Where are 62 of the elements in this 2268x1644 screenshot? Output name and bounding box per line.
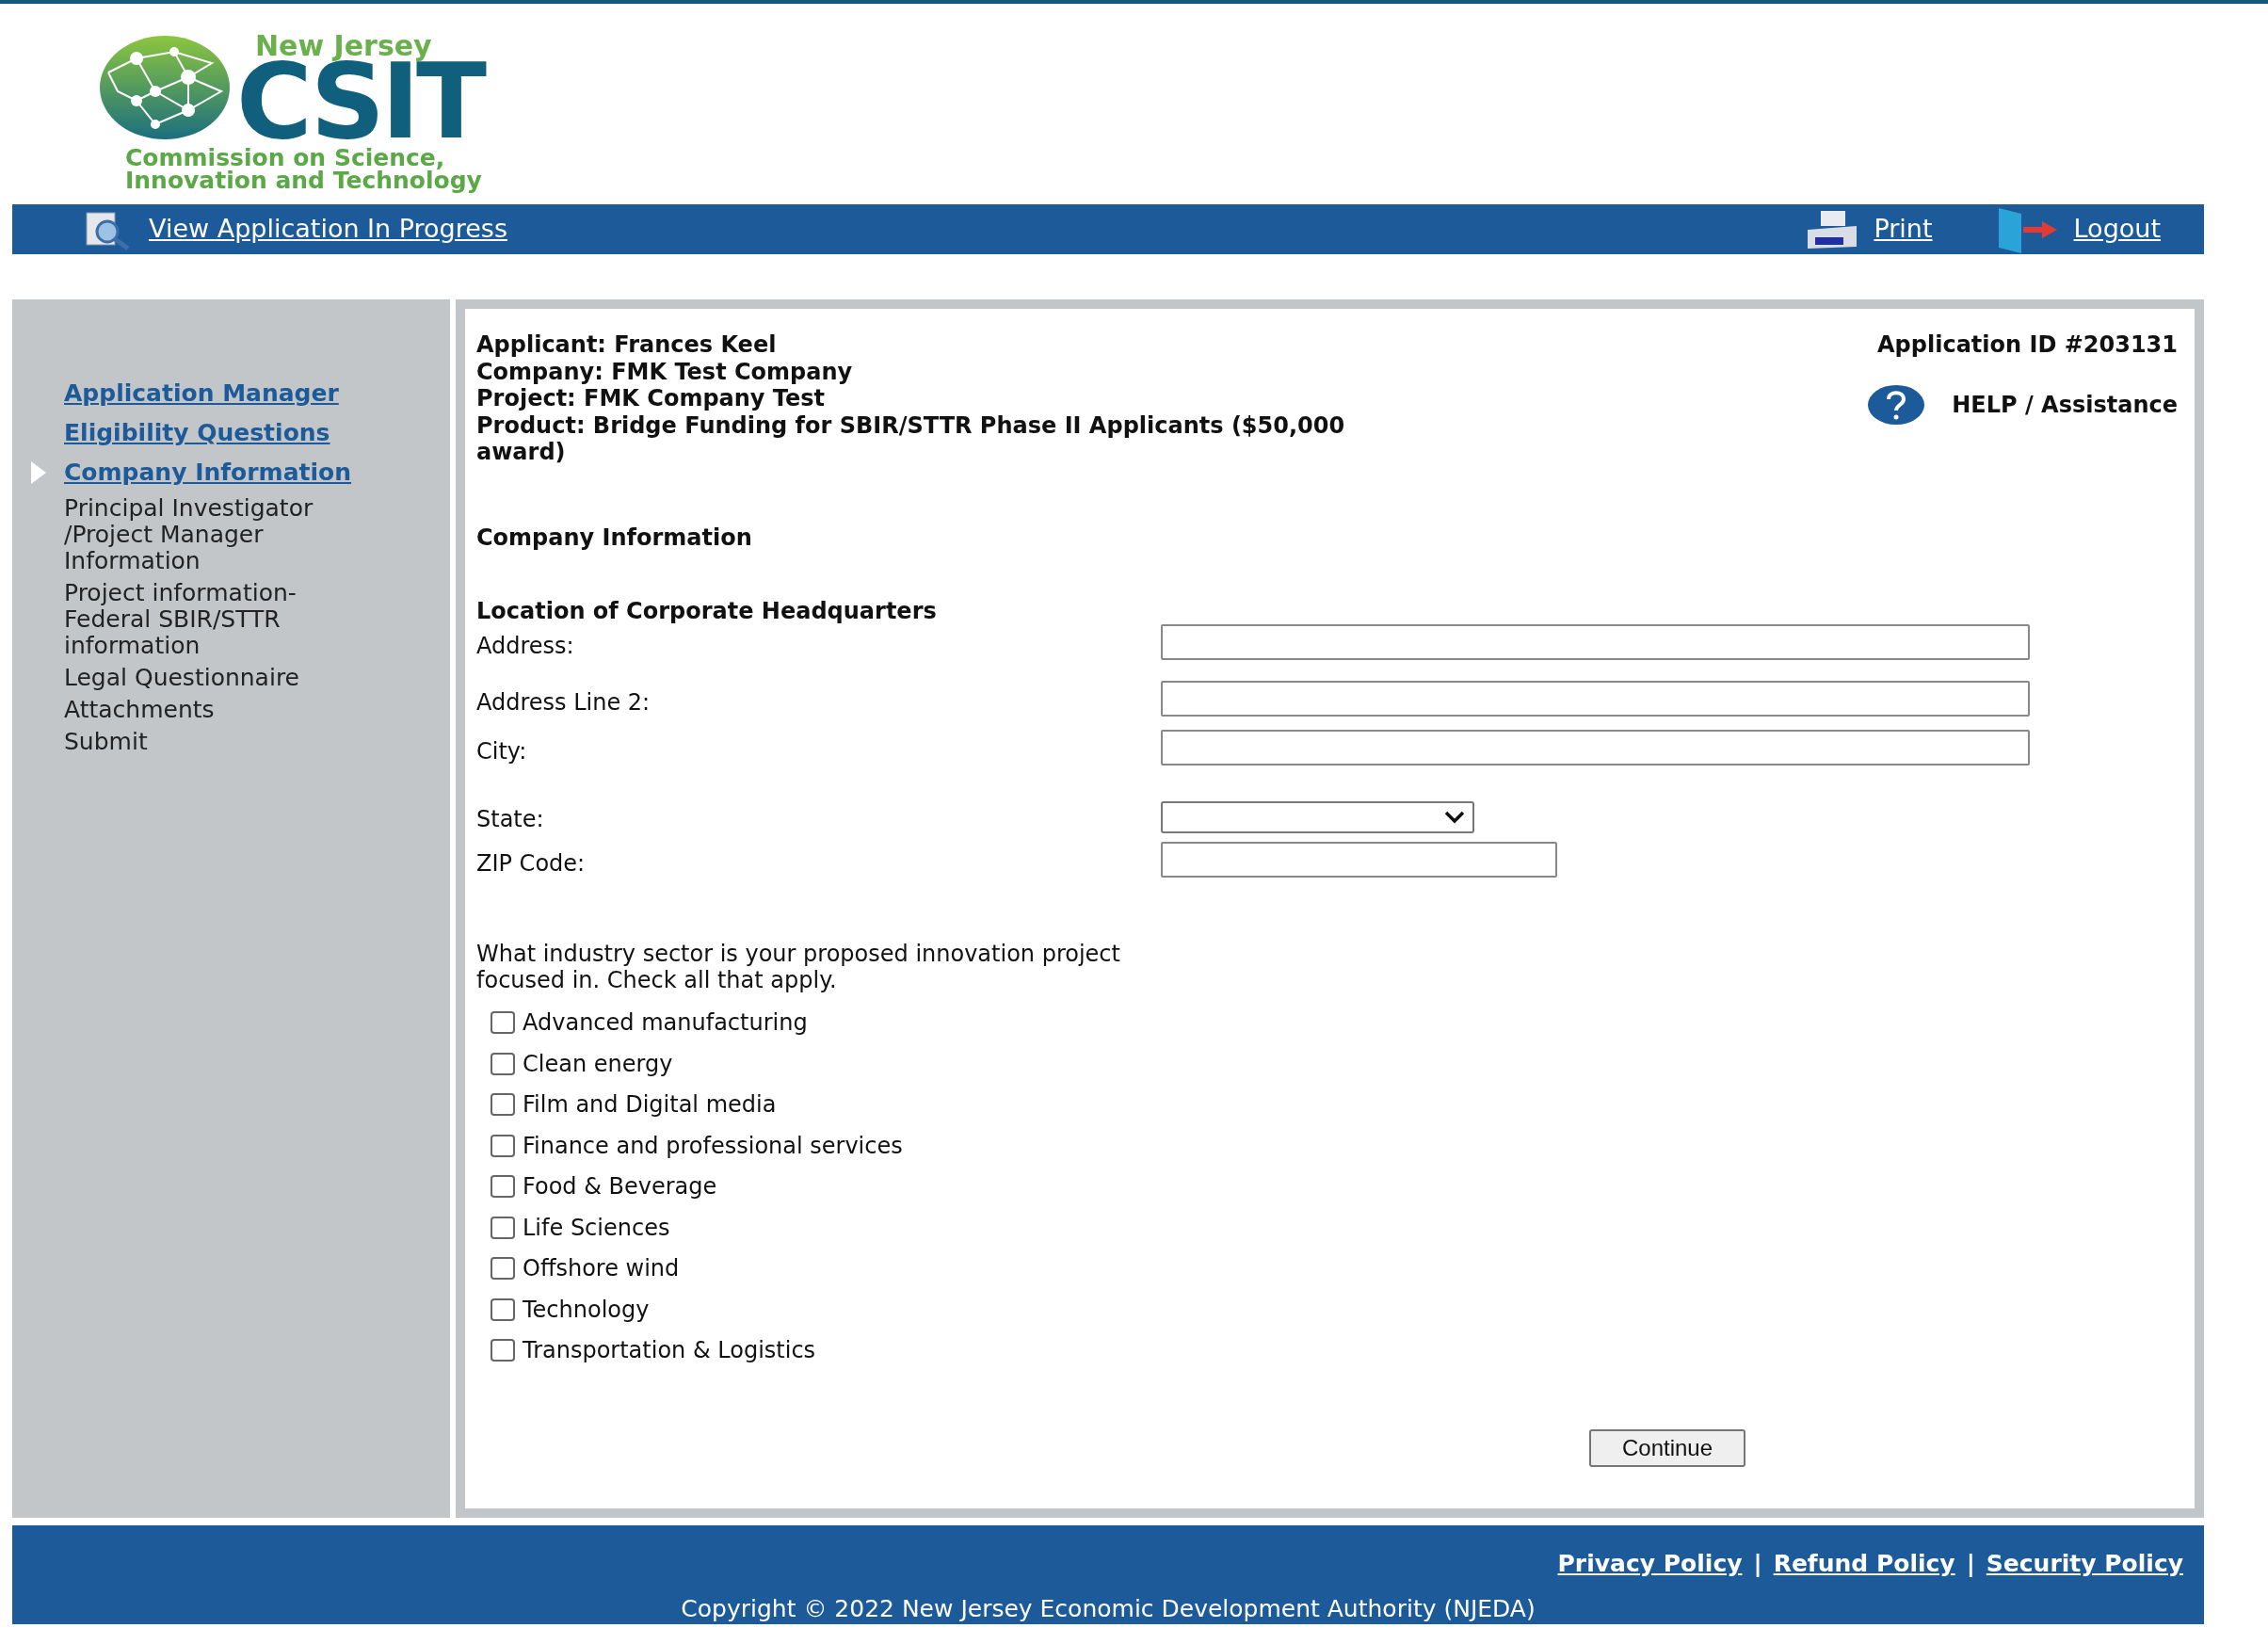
applicant-info-text: Applicant: Frances Keel xyxy=(476,331,778,359)
footer-link[interactable]: Refund Policy xyxy=(1773,1546,1955,1582)
field-label: Address Line 2: xyxy=(476,687,651,717)
section-subtitle: Location of Corporate Headquarters xyxy=(476,596,938,626)
input-field[interactable] xyxy=(1161,841,1557,878)
applicant-info-text: Company: FMK Test Company xyxy=(476,358,854,385)
state-select[interactable] xyxy=(1161,800,1474,833)
field-label: Address: xyxy=(476,631,575,660)
sidebar-item: Principal Investigator /Project Manager Information xyxy=(64,495,314,574)
checkbox[interactable] xyxy=(491,1297,515,1321)
continue-button[interactable]: Continue xyxy=(1589,1429,1745,1467)
checkbox-label: Life Sciences xyxy=(523,1213,670,1243)
footer-link[interactable]: Privacy Policy xyxy=(1557,1546,1743,1582)
help-icon[interactable] xyxy=(1867,384,1926,426)
logo-state-text: New Jersey xyxy=(255,32,432,60)
checkbox-label: Advanced manufacturing xyxy=(523,1008,808,1039)
checkbox-label: Transportation & Logistics xyxy=(523,1336,816,1366)
help-link[interactable]: HELP / Assistance xyxy=(1952,388,2178,422)
sidebar-link[interactable]: Company Information xyxy=(64,456,352,490)
link-separator: | xyxy=(1753,1549,1762,1579)
globe-logo-icon xyxy=(99,35,231,140)
checkbox[interactable] xyxy=(491,1216,515,1239)
applicant-info-text: Product: Bridge Funding for SBIR/STTR Phase II Applicants ($50,000 award) xyxy=(476,411,1346,466)
field-label: ZIP Code: xyxy=(476,848,587,878)
input-field[interactable] xyxy=(1161,729,2030,766)
sidebar-item: Attachments xyxy=(64,697,216,723)
footer-link[interactable]: Security Policy xyxy=(1986,1546,2183,1582)
link-separator: | xyxy=(1966,1549,1975,1579)
field-label: City: xyxy=(476,736,528,766)
checkbox[interactable] xyxy=(491,1339,515,1362)
input-field[interactable] xyxy=(1161,623,2030,660)
logo-tagline: Commission on Science, xyxy=(125,147,445,169)
checkbox[interactable] xyxy=(491,1011,515,1035)
checkbox[interactable] xyxy=(491,1052,515,1075)
view-application-link[interactable]: View Application In Progress xyxy=(149,210,507,249)
applicant-info-text: Project: FMK Company Test xyxy=(476,385,827,412)
checkbox-label: Offshore wind xyxy=(523,1254,680,1284)
logo-wordmark: CSIT xyxy=(236,60,483,143)
sidebar-link[interactable]: Application Manager xyxy=(64,377,339,411)
sidebar-item: Project information-Federal SBIR/STTR information xyxy=(64,580,298,659)
field-label: State: xyxy=(476,804,545,833)
checkbox[interactable] xyxy=(491,1257,515,1281)
checkbox[interactable] xyxy=(491,1175,515,1199)
checkbox-label: Clean energy xyxy=(523,1049,673,1079)
sidebar-item: Legal Questionnaire xyxy=(64,665,300,691)
sidebar-link[interactable]: Eligibility Questions xyxy=(64,416,330,450)
print-link[interactable]: Print xyxy=(1874,210,1933,249)
application-id-text: Application ID #203131 xyxy=(1877,331,2178,358)
checkbox[interactable] xyxy=(491,1093,515,1117)
checkbox-label: Finance and professional services xyxy=(523,1131,903,1161)
chevron-down-icon xyxy=(1444,810,1465,824)
copyright-text: Copyright © 2022 New Jersey Economic Development Authority (NJEDA) xyxy=(681,1593,1536,1624)
checkbox-label: Food & Beverage xyxy=(523,1172,717,1202)
checkbox-label: Technology xyxy=(523,1295,650,1325)
question-text: What industry sector is your proposed innovation project focused in. Check all that apply. xyxy=(476,940,1121,993)
sidebar-item: Submit xyxy=(64,729,149,755)
section-title: Company Information xyxy=(476,523,753,553)
checkbox[interactable] xyxy=(491,1134,515,1157)
checkbox-label: Film and Digital media xyxy=(523,1090,777,1120)
input-field[interactable] xyxy=(1161,680,2030,717)
logout-link[interactable]: Logout xyxy=(2073,210,2161,249)
logo-tagline: Innovation and Technology xyxy=(125,169,483,192)
